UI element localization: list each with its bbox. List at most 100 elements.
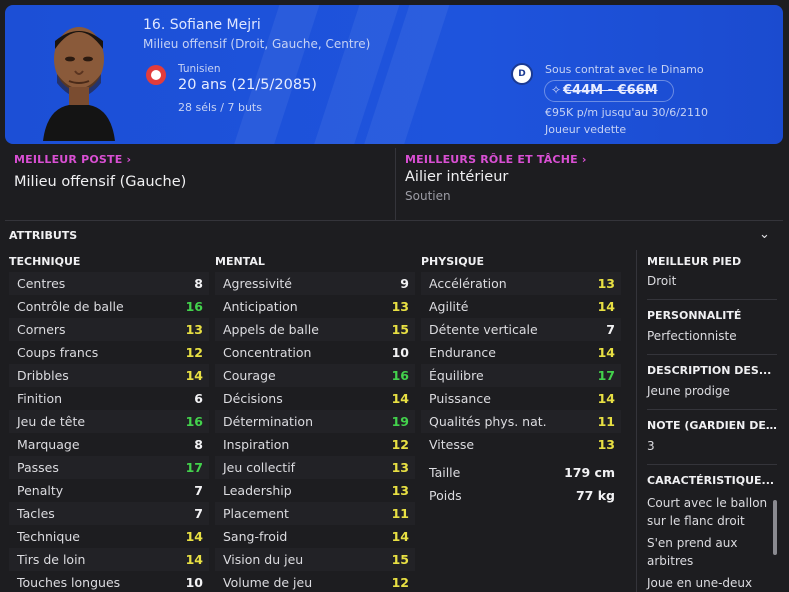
attribute-name: Détente verticale: [429, 322, 538, 337]
attribute-value: 12: [185, 345, 203, 360]
attributes-title: ATTRIBUTS: [9, 229, 78, 242]
attribute-row[interactable]: Anticipation 13: [215, 295, 415, 318]
goalkeeper-note-value: 3: [647, 439, 655, 453]
attribute-value: 13: [391, 299, 409, 314]
player-name[interactable]: 16. Sofiane Mejri: [143, 17, 261, 33]
attribute-row[interactable]: Centres 8: [9, 272, 209, 295]
attribute-value: 14: [185, 552, 203, 567]
personality-label: PERSONNALITÉ: [647, 309, 742, 322]
attribute-row[interactable]: Accélération 13: [421, 272, 621, 295]
attribute-row[interactable]: Coups francs 12: [9, 341, 209, 364]
attribute-value: 16: [185, 414, 203, 429]
attribute-row[interactable]: Tirs de loin 14: [9, 548, 209, 571]
attribute-row[interactable]: Concentration 10: [215, 341, 415, 364]
attribute-row[interactable]: Contrôle de balle 16: [9, 295, 209, 318]
chevron-down-icon[interactable]: ⌄: [759, 227, 770, 242]
attribute-row[interactable]: Sang-froid 14: [215, 525, 415, 548]
attribute-name: Passes: [17, 460, 59, 475]
attribute-name: Leadership: [223, 483, 292, 498]
attribute-row[interactable]: Marquage 8: [9, 433, 209, 456]
tunisia-flag-icon: [146, 65, 166, 85]
attribute-value: 13: [597, 276, 615, 291]
attribute-row[interactable]: Volume de jeu 12: [215, 571, 415, 592]
attribute-row[interactable]: Qualités phys. nat. 11: [421, 410, 621, 433]
attribute-row[interactable]: Inspiration 12: [215, 433, 415, 456]
description-label: DESCRIPTION DES...: [647, 364, 772, 377]
chevron-right-icon: ›: [577, 153, 587, 166]
attribute-name: Corners: [17, 322, 66, 337]
player-status: Joueur vedette: [545, 123, 627, 136]
attribute-row[interactable]: Détermination 19: [215, 410, 415, 433]
player-nationality: Tunisien: [178, 63, 221, 75]
attribute-value: 15: [391, 322, 409, 337]
attribute-row[interactable]: Jeu collectif 13: [215, 456, 415, 479]
attribute-value: 11: [597, 414, 615, 429]
attribute-name: Placement: [223, 506, 289, 521]
attribute-name: Centres: [17, 276, 66, 291]
attribute-name: Équilibre: [429, 368, 484, 383]
attribute-row[interactable]: Technique 14: [9, 525, 209, 548]
player-header: 16. Sofiane Mejri Milieu offensif (Droit…: [5, 5, 783, 144]
attribute-row[interactable]: Agressivité 9: [215, 272, 415, 295]
attribute-row[interactable]: Corners 13: [9, 318, 209, 341]
attribute-row[interactable]: Penalty 7: [9, 479, 209, 502]
attribute-value: 14: [185, 529, 203, 544]
height-row: Taille 179 cm: [421, 461, 621, 484]
attribute-row[interactable]: Leadership 13: [215, 479, 415, 502]
attribute-value: 10: [391, 345, 409, 360]
weight-value: 77 kg: [575, 488, 615, 503]
best-position-value: Milieu offensif (Gauche): [14, 174, 187, 190]
attribute-name: Coups francs: [17, 345, 99, 360]
technique-list: Centres 8 Contrôle de balle 16 Corners 13 Coup…: [9, 272, 209, 592]
mental-title: MENTAL: [215, 255, 265, 268]
transfer-value-pill[interactable]: ✧ €44M - €66M: [544, 80, 674, 102]
attribute-value: 19: [391, 414, 409, 429]
best-role-panel[interactable]: MEILLEURS RÔLE ET TÂCHE › Ailier intérie…: [395, 148, 783, 220]
attribute-row[interactable]: Dribbles 14: [9, 364, 209, 387]
attribute-row[interactable]: Agilité 14: [421, 295, 621, 318]
best-position-panel[interactable]: MEILLEUR POSTE › Milieu offensif (Gauche…: [5, 148, 393, 220]
attribute-value: 7: [606, 322, 615, 337]
attribute-row[interactable]: Finition 6: [9, 387, 209, 410]
attribute-row[interactable]: Vitesse 13: [421, 433, 621, 456]
attribute-name: Vision du jeu: [223, 552, 304, 567]
attribute-value: 8: [194, 437, 203, 452]
attribute-row[interactable]: Placement 11: [215, 502, 415, 525]
weight-row: Poids 77 kg: [421, 484, 621, 507]
trait-item: Court avec le ballon sur le flanc droit: [647, 496, 768, 528]
attribute-row[interactable]: Appels de balle 15: [215, 318, 415, 341]
attribute-value: 13: [391, 460, 409, 475]
attribute-row[interactable]: Jeu de tête 16: [9, 410, 209, 433]
divider: [647, 299, 777, 300]
attribute-row[interactable]: Endurance 14: [421, 341, 621, 364]
attribute-value: 7: [194, 506, 203, 521]
attribute-value: 12: [391, 575, 409, 590]
attribute-row[interactable]: Courage 16: [215, 364, 415, 387]
attribute-row[interactable]: Décisions 14: [215, 387, 415, 410]
weight-label: Poids: [429, 488, 462, 503]
attribute-value: 14: [185, 368, 203, 383]
club-badge-icon[interactable]: D: [511, 63, 533, 85]
attribute-value: 12: [391, 437, 409, 452]
divider: [647, 354, 777, 355]
description-value: Jeune prodige: [647, 384, 730, 398]
height-value: 179 cm: [564, 465, 615, 480]
contract-club[interactable]: Sous contrat avec le Dinamo: [545, 63, 704, 76]
attribute-row[interactable]: Détente verticale 7: [421, 318, 621, 341]
attribute-row[interactable]: Passes 17: [9, 456, 209, 479]
player-info-panel: MEILLEUR PIED Droit PERSONNALITÉ Perfect…: [636, 250, 783, 592]
attribute-name: Touches longues: [17, 575, 121, 590]
attribute-value: 17: [185, 460, 203, 475]
attribute-value: 14: [391, 529, 409, 544]
traits-label: CARACTÉRISTIQUE...: [647, 474, 775, 487]
attribute-row[interactable]: Tacles 7: [9, 502, 209, 525]
attribute-row[interactable]: Touches longues 10: [9, 571, 209, 592]
attribute-value: 6: [194, 391, 203, 406]
attribute-row[interactable]: Vision du jeu 15: [215, 548, 415, 571]
attribute-name: Détermination: [223, 414, 314, 429]
attribute-row[interactable]: Puissance 14: [421, 387, 621, 410]
attribute-value: 10: [185, 575, 203, 590]
attribute-row[interactable]: Équilibre 17: [421, 364, 621, 387]
chevron-right-icon: ›: [122, 153, 132, 166]
scrollbar[interactable]: [773, 500, 777, 555]
